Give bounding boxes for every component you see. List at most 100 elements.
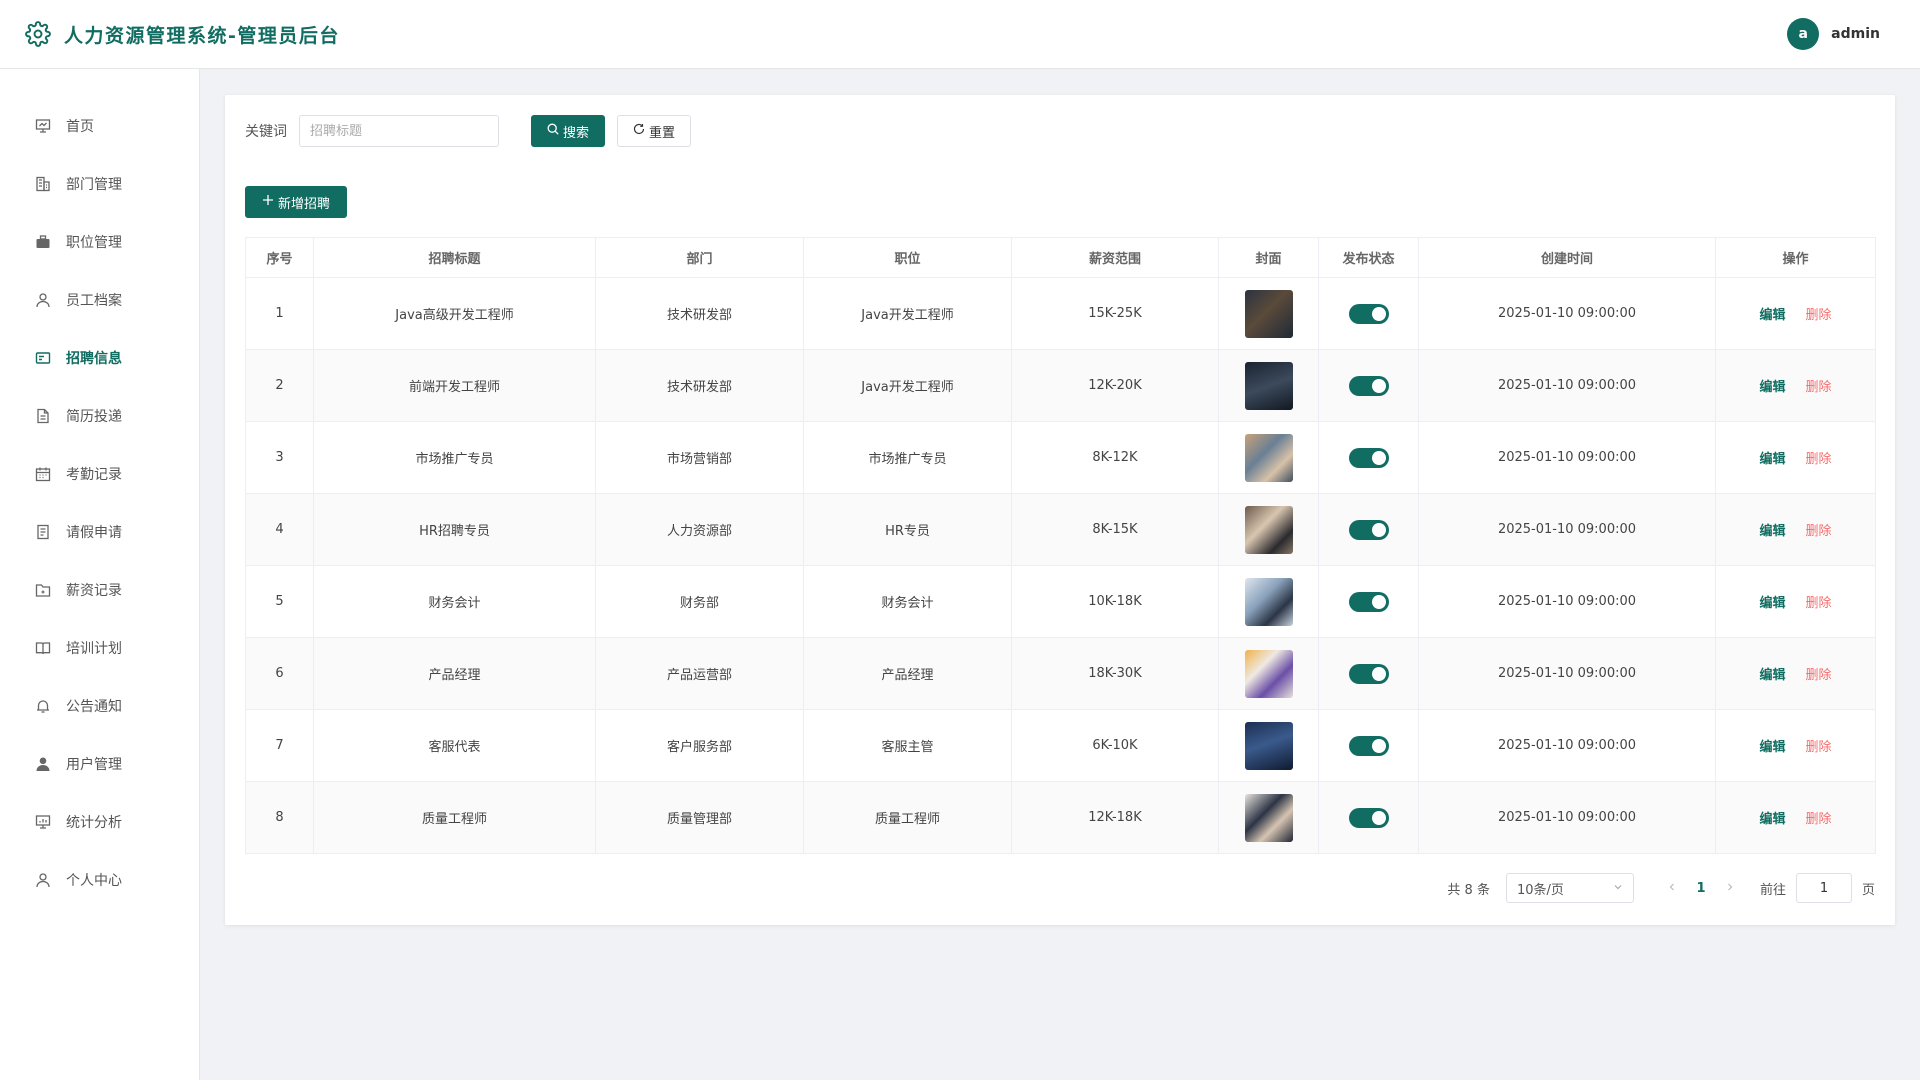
cell-index: 6 [245,637,314,710]
user-menu[interactable]: a admin [1787,18,1880,50]
edit-button[interactable]: 编辑 [1759,668,1785,683]
delete-button[interactable]: 删除 [1806,452,1832,467]
sidebar-item-resumes[interactable]: 简历投递 [0,387,199,445]
goto-page-input[interactable] [1795,873,1852,903]
cell-index: 7 [245,709,314,782]
delete-button[interactable]: 删除 [1806,668,1832,683]
search-button[interactable]: 搜索 [531,115,605,147]
edit-button[interactable]: 编辑 [1759,452,1785,467]
keyword-input[interactable] [299,115,499,147]
edit-button[interactable]: 编辑 [1759,812,1785,827]
next-page-button[interactable] [1718,880,1742,896]
edit-button[interactable]: 编辑 [1759,740,1785,755]
delete-button[interactable]: 删除 [1806,380,1832,395]
cell-salary: 15K-25K [1011,277,1219,350]
publish-toggle[interactable] [1348,663,1389,684]
cell-actions: 编辑 删除 [1715,349,1876,422]
col-title: 招聘标题 [313,237,596,278]
user-filled-icon [34,755,52,773]
edit-button[interactable]: 编辑 [1759,596,1785,611]
publish-toggle[interactable] [1348,375,1389,396]
sidebar-item-label: 个人中心 [66,873,122,889]
col-position: 职位 [803,237,1012,278]
cell-salary: 8K-15K [1011,493,1219,566]
edit-button[interactable]: 编辑 [1759,308,1785,323]
cell-title: 质量工程师 [313,781,596,854]
cover-image[interactable] [1244,721,1293,770]
table-row: 1 Java高级开发工程师 技术研发部 Java开发工程师 15K-25K 20… [245,277,1876,350]
user-icon [34,291,52,309]
cover-image[interactable] [1244,289,1293,338]
table-row: 6 产品经理 产品运营部 产品经理 18K-30K 2025-01-10 09:… [245,637,1876,710]
delete-button[interactable]: 删除 [1806,524,1832,539]
reset-button[interactable]: 重置 [617,115,691,147]
cover-image[interactable] [1244,361,1293,410]
col-index: 序号 [245,237,314,278]
cover-image[interactable] [1244,577,1293,626]
bell-icon [34,697,52,715]
sidebar-item-positions[interactable]: 职位管理 [0,213,199,271]
sidebar-item-statistics[interactable]: 统计分析 [0,793,199,851]
cover-image[interactable] [1244,793,1293,842]
sidebar-item-profile[interactable]: 个人中心 [0,851,199,909]
edit-button[interactable]: 编辑 [1759,524,1785,539]
cell-created: 2025-01-10 09:00:00 [1418,421,1716,494]
user-icon [34,871,52,889]
sidebar-item-employees[interactable]: 员工档案 [0,271,199,329]
cell-cover [1218,421,1319,494]
search-icon [547,123,559,139]
publish-toggle[interactable] [1348,735,1389,756]
sidebar-item-attendance[interactable]: 考勤记录 [0,445,199,503]
page-size-select[interactable]: 10条/页 [1505,873,1634,903]
sidebar-item-recruitment[interactable]: 招聘信息 [0,329,199,387]
sidebar-item-home[interactable]: 首页 [0,97,199,155]
cell-department: 技术研发部 [595,277,804,350]
cell-position: Java开发工程师 [803,277,1012,350]
col-created: 创建时间 [1418,237,1716,278]
sidebar-item-leave[interactable]: 请假申请 [0,503,199,561]
cell-department: 财务部 [595,565,804,638]
cell-position: HR专员 [803,493,1012,566]
publish-toggle[interactable] [1348,303,1389,324]
page-unit-label: 页 [1861,882,1875,898]
avatar[interactable]: a [1787,18,1820,50]
cover-image[interactable] [1244,505,1293,554]
id-card-icon [34,349,52,367]
publish-toggle[interactable] [1348,447,1389,468]
add-recruitment-button[interactable]: 新增招聘 [245,186,347,218]
cell-status [1318,277,1419,350]
publish-toggle[interactable] [1348,519,1389,540]
page-number[interactable]: 1 [1684,881,1718,896]
cell-salary: 12K-20K [1011,349,1219,422]
cell-index: 3 [245,421,314,494]
username[interactable]: admin [1831,26,1880,42]
prev-page-button[interactable] [1660,880,1684,896]
cell-salary: 10K-18K [1011,565,1219,638]
cell-status [1318,349,1419,422]
cover-image[interactable] [1244,433,1293,482]
col-salary: 薪资范围 [1011,237,1219,278]
calendar-icon [34,465,52,483]
delete-button[interactable]: 删除 [1806,812,1832,827]
publish-toggle[interactable] [1348,807,1389,828]
publish-toggle[interactable] [1348,591,1389,612]
sidebar-item-training[interactable]: 培训计划 [0,619,199,677]
cell-actions: 编辑 删除 [1715,565,1876,638]
cover-image[interactable] [1244,649,1293,698]
delete-button[interactable]: 删除 [1806,596,1832,611]
delete-button[interactable]: 删除 [1806,308,1832,323]
sidebar-item-notices[interactable]: 公告通知 [0,677,199,735]
cell-department: 产品运营部 [595,637,804,710]
sidebar-item-users[interactable]: 用户管理 [0,735,199,793]
table-row: 4 HR招聘专员 人力资源部 HR专员 8K-15K 2025-01-10 09… [245,493,1876,566]
delete-button[interactable]: 删除 [1806,740,1832,755]
sidebar-item-salary[interactable]: 薪资记录 [0,561,199,619]
sidebar-item-departments[interactable]: 部门管理 [0,155,199,213]
brand: 人力资源管理系统-管理员后台 [24,20,340,48]
edit-button[interactable]: 编辑 [1759,380,1785,395]
cell-cover [1218,637,1319,710]
cell-title: 市场推广专员 [313,421,596,494]
cell-actions: 编辑 删除 [1715,421,1876,494]
sidebar-item-label: 职位管理 [66,235,122,251]
cell-department: 市场营销部 [595,421,804,494]
